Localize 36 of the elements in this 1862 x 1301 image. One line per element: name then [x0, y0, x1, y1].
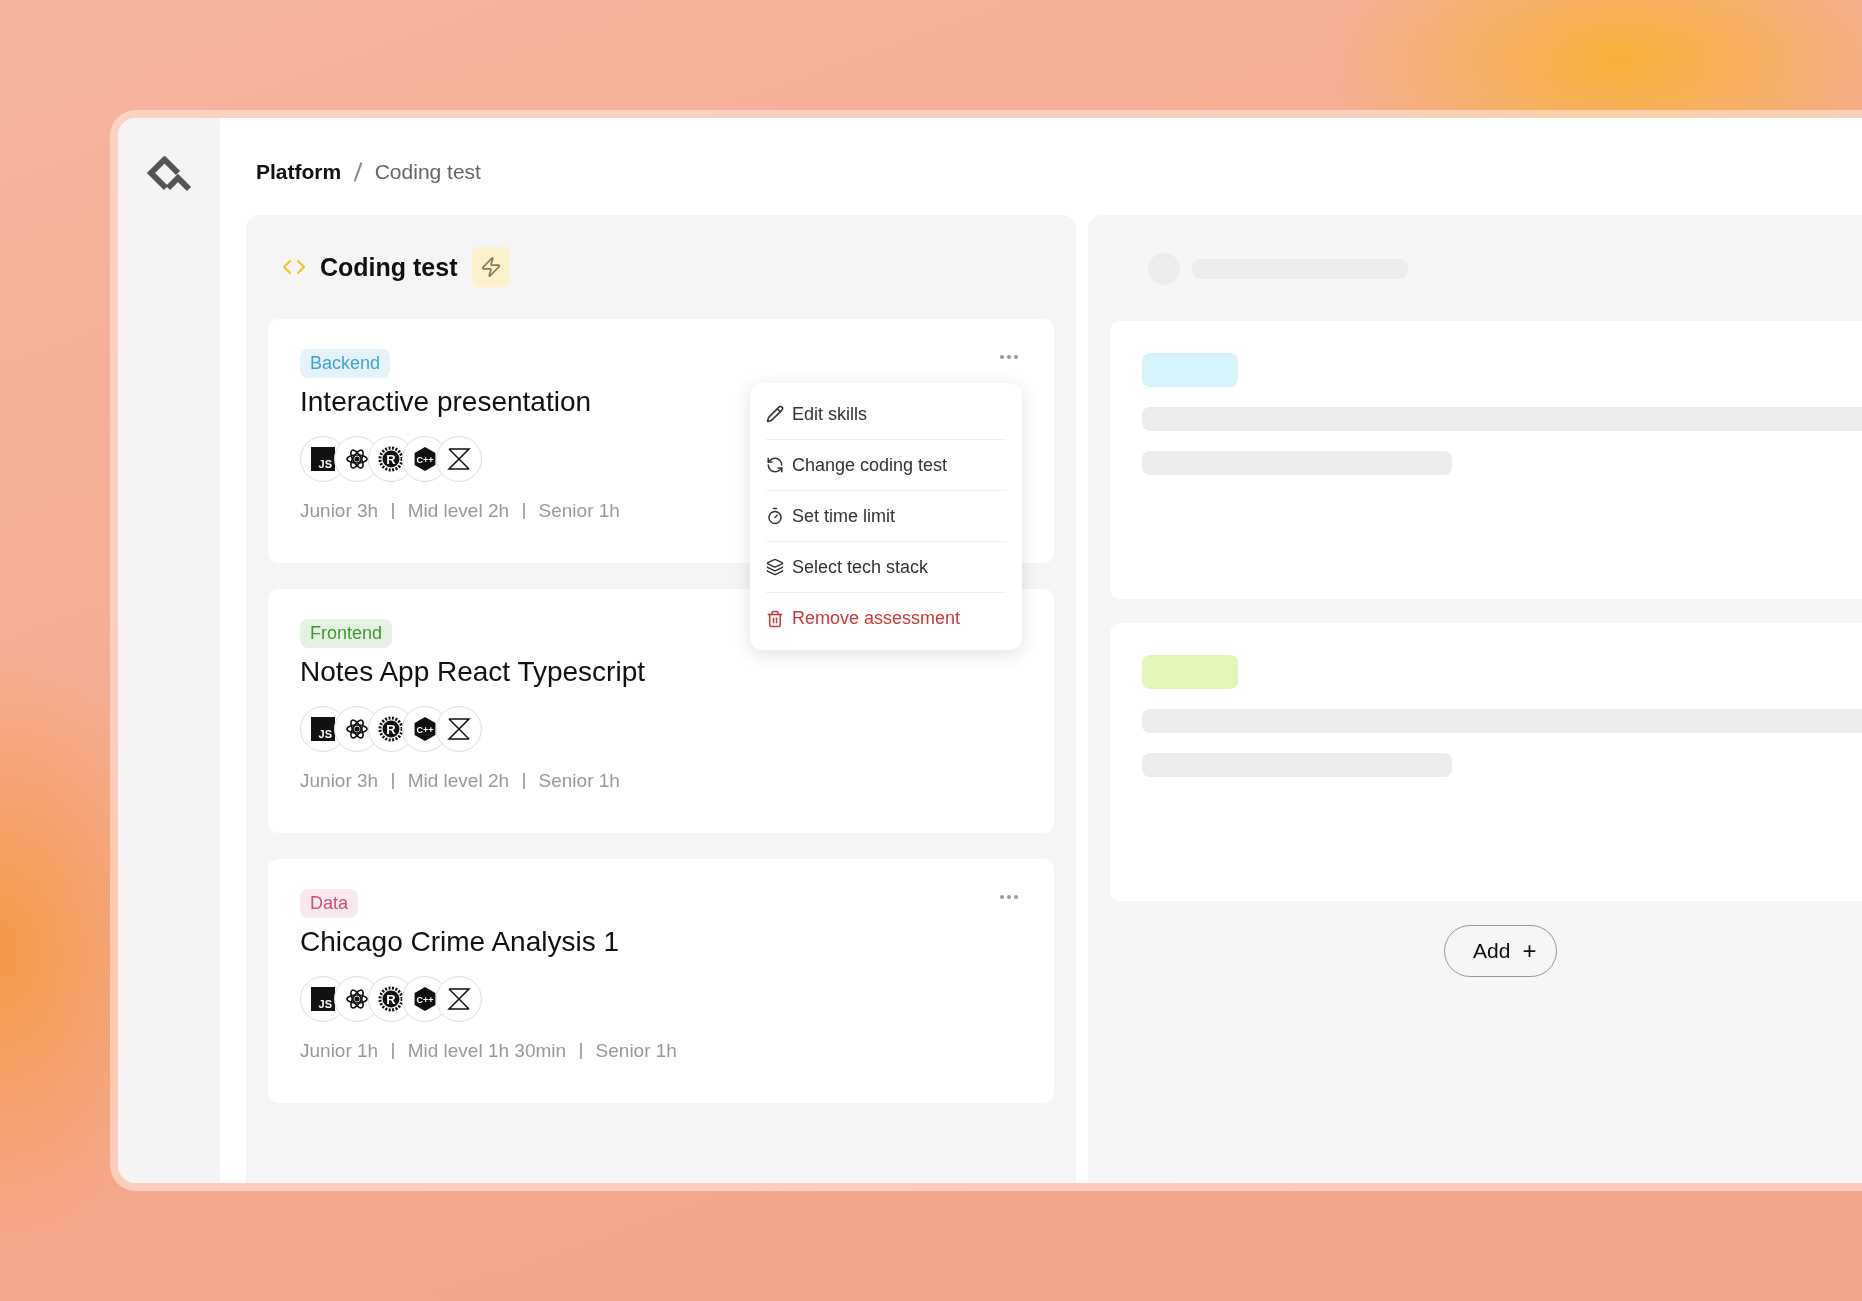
circular-arrows-icon — [766, 456, 784, 474]
hourglass-icon — [436, 976, 482, 1022]
duration-text: Senior 1h — [538, 770, 620, 792]
lightning-icon — [479, 256, 502, 278]
add-button[interactable]: Add + — [1444, 925, 1558, 977]
menu-item[interactable]: Change coding test — [766, 440, 1006, 491]
menu-item[interactable]: Edit skills — [766, 389, 1006, 440]
menu-item[interactable]: Set time limit — [766, 491, 1006, 542]
duration-text: Junior 3h — [300, 500, 379, 522]
menu-item[interactable]: Select tech stack — [766, 542, 1006, 593]
hourglass-icon — [436, 436, 482, 482]
stopwatch-icon — [766, 507, 784, 525]
more-options-button[interactable] — [998, 893, 1020, 901]
trash-icon — [766, 609, 784, 628]
card-title: Chicago Crime Analysis 1 — [300, 926, 620, 958]
duration-text: Mid level 2h — [407, 500, 510, 522]
duration-text: Senior 1h — [538, 500, 620, 522]
panel-title: Coding test — [320, 252, 458, 282]
layers-icon — [766, 558, 784, 576]
hourglass-icon — [436, 706, 482, 752]
breadcrumb-link[interactable]: Platform — [256, 160, 342, 184]
duration-text: Senior 1h — [595, 1040, 677, 1062]
duration-text: Mid level 2h — [407, 770, 510, 792]
menu-item[interactable]: Remove assessment — [766, 593, 1006, 644]
lightning-button[interactable] — [471, 247, 510, 287]
logo-icon[interactable] — [146, 154, 192, 192]
duration-text: Mid level 1h 30min — [407, 1040, 567, 1062]
duration-text: Junior 1h — [300, 1040, 379, 1062]
pencil-icon — [766, 405, 784, 423]
duration-text: Junior 3h — [300, 770, 379, 792]
more-options-button[interactable] — [998, 353, 1020, 361]
category-tag: Frontend — [300, 619, 393, 648]
card-title: Notes App React Typescript — [300, 656, 645, 688]
category-tag: Data — [300, 889, 359, 918]
category-tag: Backend — [300, 349, 391, 378]
card-title: Interactive presentation — [300, 386, 592, 418]
